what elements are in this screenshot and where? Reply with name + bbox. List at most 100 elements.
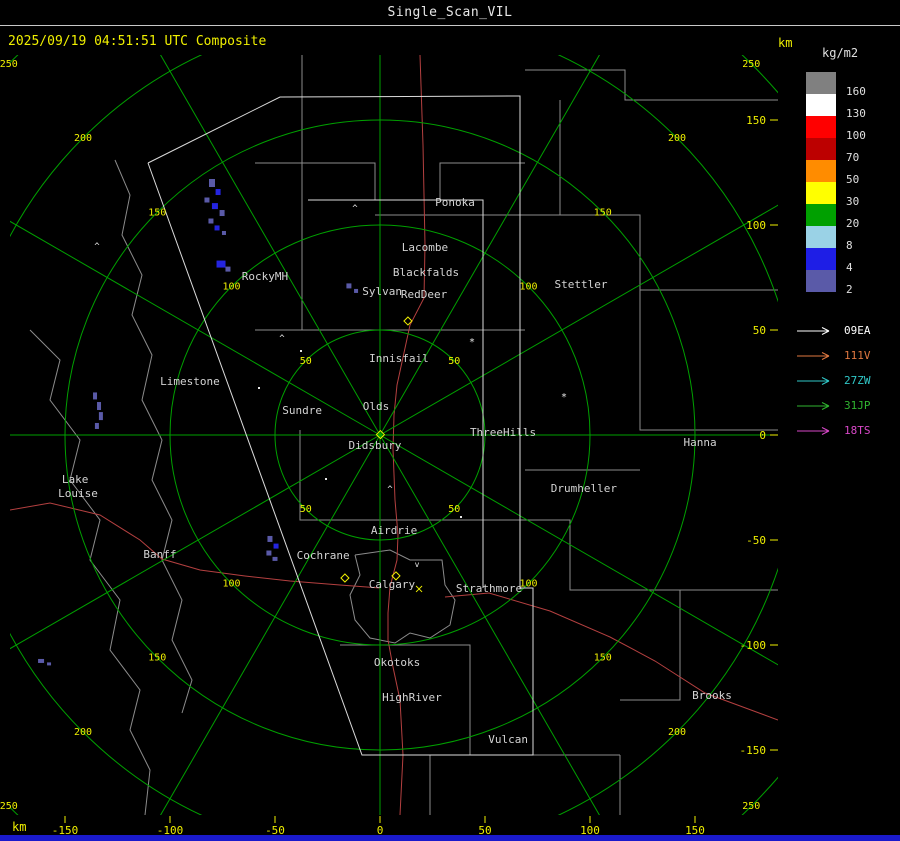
colorbar-entry: 160	[792, 72, 900, 94]
colorbar-value: 160	[846, 85, 866, 98]
precip-echo	[97, 402, 101, 410]
precip-echo	[95, 423, 99, 429]
pointer-arrow	[797, 327, 829, 334]
city-label: Strathmore	[456, 582, 522, 595]
pointer-arrow	[797, 352, 829, 359]
star-marker: *	[561, 392, 567, 403]
city-label: Brooks	[692, 689, 732, 702]
city-label: Didsbury	[348, 439, 401, 452]
city-label: Banff	[143, 548, 176, 561]
range-label: 200	[668, 727, 686, 738]
range-label: 250	[0, 801, 18, 812]
range-label: 250	[0, 59, 18, 70]
radar-pointer-legend: 09EA111V27ZW31JP18TS	[792, 318, 900, 443]
pointer-arrow-icon	[796, 375, 838, 387]
radar-map-display[interactable]: ^^^^v**PonokaLacombeBlackfaldsSylvanRedD…	[10, 55, 778, 836]
radar-id-label: 111V	[844, 349, 871, 362]
radar-id-label: 27ZW	[844, 374, 871, 387]
precip-echo	[47, 662, 51, 665]
precip-echo	[217, 261, 226, 268]
range-label: 100	[222, 578, 240, 589]
range-label: 100	[519, 578, 537, 589]
radar-id-label: 31JP	[844, 399, 871, 412]
city-label: Calgary	[369, 578, 416, 591]
point-marker	[300, 350, 302, 352]
city-label: Lacombe	[402, 241, 448, 254]
legend-panel: kg/m2 16013010070503020842 09EA111V27ZW3…	[792, 30, 900, 443]
range-label: 150	[594, 653, 612, 664]
precip-echo	[266, 551, 271, 556]
precip-echo	[212, 203, 218, 209]
city-label: Blackfalds	[393, 266, 459, 279]
city-label: Ponoka	[435, 196, 475, 209]
city-label: Cochrane	[297, 549, 350, 562]
city-label: RockyMH	[242, 270, 288, 283]
city-label: Limestone	[160, 375, 220, 388]
point-marker	[460, 516, 462, 518]
colorbar-value: 50	[846, 173, 859, 186]
city-label: Innisfail	[369, 352, 429, 365]
precip-echo	[208, 219, 213, 224]
pointer-arrow-icon	[796, 325, 838, 337]
colorbar: 16013010070503020842	[792, 72, 900, 292]
scan-timestamp: 2025/09/19 04:51:51 UTC Composite	[8, 34, 266, 49]
county-boundary	[350, 550, 455, 643]
range-label: 150	[148, 653, 166, 664]
city-label: Airdrie	[371, 524, 417, 537]
colorbar-swatch	[806, 116, 836, 138]
pointer-arrow-icon	[796, 425, 838, 437]
city-label: HighRiver	[382, 691, 442, 704]
y-axis-label: 50	[753, 324, 766, 337]
county-boundary	[525, 70, 778, 100]
city-label: Sylvan	[362, 285, 402, 298]
city-label: Olds	[363, 400, 390, 413]
azimuth-spoke	[0, 0, 380, 435]
county-boundary	[525, 520, 620, 590]
precip-echo	[209, 179, 215, 187]
city-label: Stettler	[554, 278, 607, 291]
county-boundary	[302, 163, 525, 200]
colorbar-swatch	[806, 72, 836, 94]
precip-echo	[99, 412, 103, 420]
range-label: 100	[519, 282, 537, 293]
caret-marker: ^	[94, 242, 100, 252]
colorbar-value: 20	[846, 217, 859, 230]
pointer-arrow	[797, 402, 829, 409]
county-boundary	[620, 590, 680, 700]
y-axis-label: 0	[759, 429, 766, 442]
azimuth-spoke	[0, 0, 380, 435]
colorbar-swatch	[806, 204, 836, 226]
caret-marker: ^	[279, 334, 285, 344]
radar-id-label: 18TS	[844, 424, 871, 437]
radar-site-marker	[341, 574, 349, 582]
range-label: 150	[148, 207, 166, 218]
caret-marker: ^	[352, 204, 358, 214]
x-axis-unit-label: km	[12, 820, 26, 834]
range-label: 200	[668, 133, 686, 144]
county-boundary	[300, 430, 525, 520]
y-axis-label: 150	[746, 114, 766, 127]
precip-echo	[222, 231, 226, 235]
precip-echo	[220, 210, 225, 216]
highway-line	[10, 503, 380, 588]
county-boundary	[640, 290, 778, 430]
radar-pointer-row: 111V	[796, 343, 900, 368]
precip-echo	[204, 198, 209, 203]
county-boundary	[30, 330, 150, 815]
precip-echo	[267, 536, 272, 542]
colorbar-swatch	[806, 160, 836, 182]
range-label: 250	[742, 801, 760, 812]
y-axis-label: 100	[746, 219, 766, 232]
azimuth-spoke	[0, 435, 380, 841]
city-label: Okotoks	[374, 656, 420, 669]
pointer-arrow-icon	[796, 400, 838, 412]
precip-echo	[93, 392, 97, 399]
colorbar-swatch	[806, 226, 836, 248]
range-label: 150	[594, 207, 612, 218]
precip-echo	[273, 557, 278, 561]
colorbar-unit-label: kg/m2	[822, 46, 900, 60]
pointer-arrow-icon	[796, 350, 838, 362]
point-marker	[325, 478, 327, 480]
vee-marker: v	[415, 560, 420, 569]
city-label: Louise	[58, 487, 98, 500]
